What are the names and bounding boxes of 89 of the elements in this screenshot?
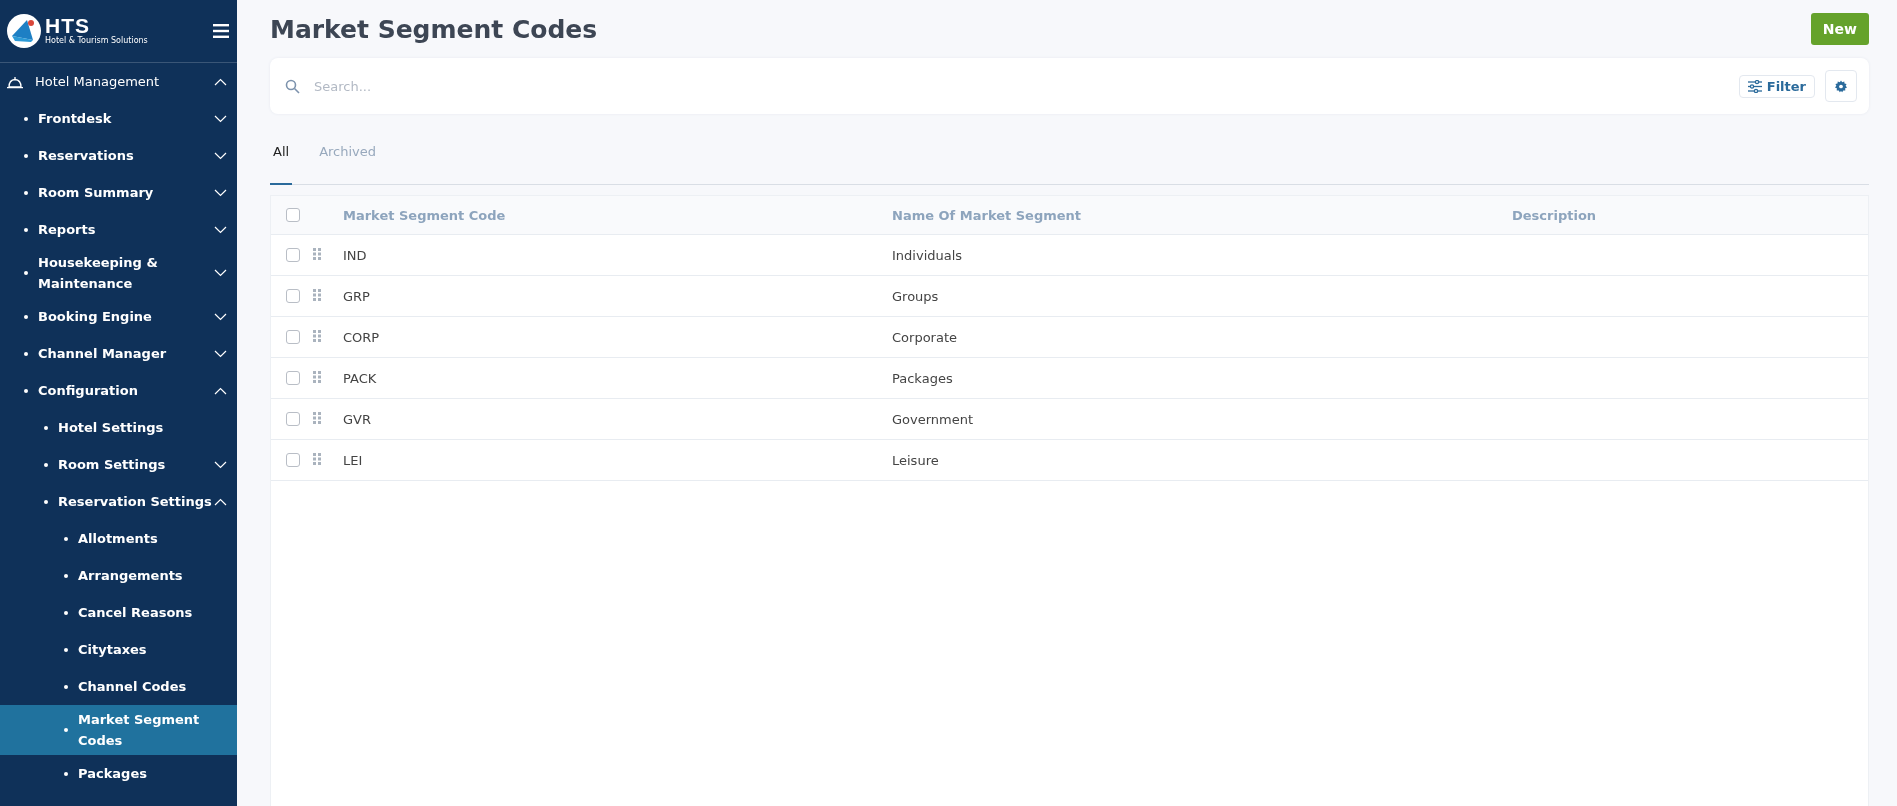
table-cell-text: GRP [343, 288, 371, 304]
filter-button[interactable]: Filter [1738, 74, 1815, 98]
row-checkbox[interactable] [286, 248, 300, 262]
settings-button[interactable] [1825, 70, 1857, 102]
sidebar-item[interactable]: Allotments [0, 520, 237, 557]
bullet-icon [24, 116, 28, 121]
sidebar-item[interactable]: Market Segment Codes [0, 705, 237, 755]
chevron-down-icon [214, 114, 227, 123]
table-cell-text: LEI [343, 452, 364, 468]
table-cell-text: Groups [892, 288, 940, 304]
chevron-up-icon [214, 77, 227, 86]
drag-handle-icon [313, 411, 321, 424]
bullet-icon [24, 314, 28, 319]
drag-handle-icon [313, 370, 321, 383]
table-cell-text: Leisure [892, 452, 940, 468]
sidebar-item[interactable]: Frontdesk [0, 100, 237, 137]
bullet-icon [24, 153, 28, 158]
row-checkbox[interactable] [286, 289, 300, 303]
table-cell-text: Corporate [892, 329, 958, 345]
sidebar-item[interactable]: Citytaxes [0, 631, 237, 668]
bullet-icon [64, 647, 68, 652]
sidebar-item[interactable]: Reservations [0, 137, 237, 174]
column-header: Name Of Market Segment [892, 207, 1083, 223]
logo-subtitle: Hotel & Tourism Solutions [45, 36, 148, 46]
table-cell-text: GVR [343, 411, 372, 427]
bullet-icon [24, 190, 28, 195]
bell-icon [7, 74, 23, 89]
chevron-down-icon [214, 225, 227, 234]
sidebar-item[interactable]: Channel Codes [0, 668, 237, 705]
bullet-icon [64, 728, 68, 732]
chevron-down-icon [214, 151, 227, 160]
table-cell-text: Government [892, 411, 975, 427]
sidebar-item[interactable]: Booking Engine [0, 298, 237, 335]
bullet-icon [24, 271, 28, 275]
logo-title: HTS [45, 16, 90, 36]
menu-icon [213, 24, 229, 38]
drag-handle-icon [313, 247, 321, 260]
search-field[interactable]: Search... Filter [270, 58, 1869, 114]
chevron-up-icon [214, 386, 227, 395]
table-cell-text: CORP [343, 329, 381, 345]
column-header: Description [1512, 207, 1598, 223]
sidebar-item[interactable]: Packages [0, 755, 237, 792]
select-all-checkbox[interactable] [286, 208, 300, 222]
bullet-icon [64, 573, 68, 578]
bullet-icon [64, 771, 68, 776]
search-icon [285, 78, 300, 94]
sidebar-item[interactable]: Arrangements [0, 557, 237, 594]
sliders-icon [1747, 79, 1762, 93]
sidebar-item[interactable]: Room Settings [0, 446, 237, 483]
table-cell-text: Individuals [892, 247, 964, 263]
table-cell-text: PACK [343, 370, 378, 386]
bullet-icon [44, 499, 48, 504]
row-checkbox[interactable] [286, 412, 300, 426]
sidebar-item[interactable]: Hotel Management [0, 63, 237, 100]
table-cell-text: Packages [892, 370, 954, 386]
sidebar-item[interactable]: Cancel Reasons [0, 594, 237, 631]
bullet-icon [44, 462, 48, 467]
sidebar-item[interactable]: Channel Manager [0, 335, 237, 372]
chevron-up-icon [214, 497, 227, 506]
logo-icon [7, 14, 41, 48]
bullet-icon [24, 388, 28, 393]
bullet-icon [44, 425, 48, 430]
drag-handle-icon [313, 288, 321, 301]
chevron-down-icon [214, 188, 227, 197]
chevron-down-icon [214, 269, 227, 277]
row-checkbox[interactable] [286, 371, 300, 385]
drag-handle-icon [313, 452, 321, 465]
sidebar-item[interactable]: Reports [0, 211, 237, 248]
page-title: Market Segment Codes [270, 14, 598, 44]
bullet-icon [64, 610, 68, 615]
sidebar-item[interactable]: Configuration [0, 372, 237, 409]
tab[interactable]: All [270, 140, 293, 185]
bullet-icon [24, 351, 28, 356]
column-header: Market Segment Code [343, 207, 507, 223]
table-cell-text: IND [343, 247, 368, 263]
sidebar-item[interactable]: Reservation Settings [0, 483, 237, 520]
sidebar-item[interactable]: Room Summary [0, 174, 237, 211]
sidebar-item[interactable]: Housekeeping & Maintenance [0, 248, 237, 298]
row-checkbox[interactable] [286, 453, 300, 467]
settings-icon [1834, 79, 1848, 93]
chevron-down-icon [214, 460, 227, 469]
chevron-down-icon [214, 312, 227, 321]
bullet-icon [24, 227, 28, 232]
bullet-icon [64, 684, 68, 689]
drag-handle-icon [313, 329, 321, 342]
row-checkbox[interactable] [286, 330, 300, 344]
bullet-icon [64, 536, 68, 541]
chevron-down-icon [214, 349, 227, 358]
sidebar-item[interactable]: Hotel Settings [0, 409, 237, 446]
